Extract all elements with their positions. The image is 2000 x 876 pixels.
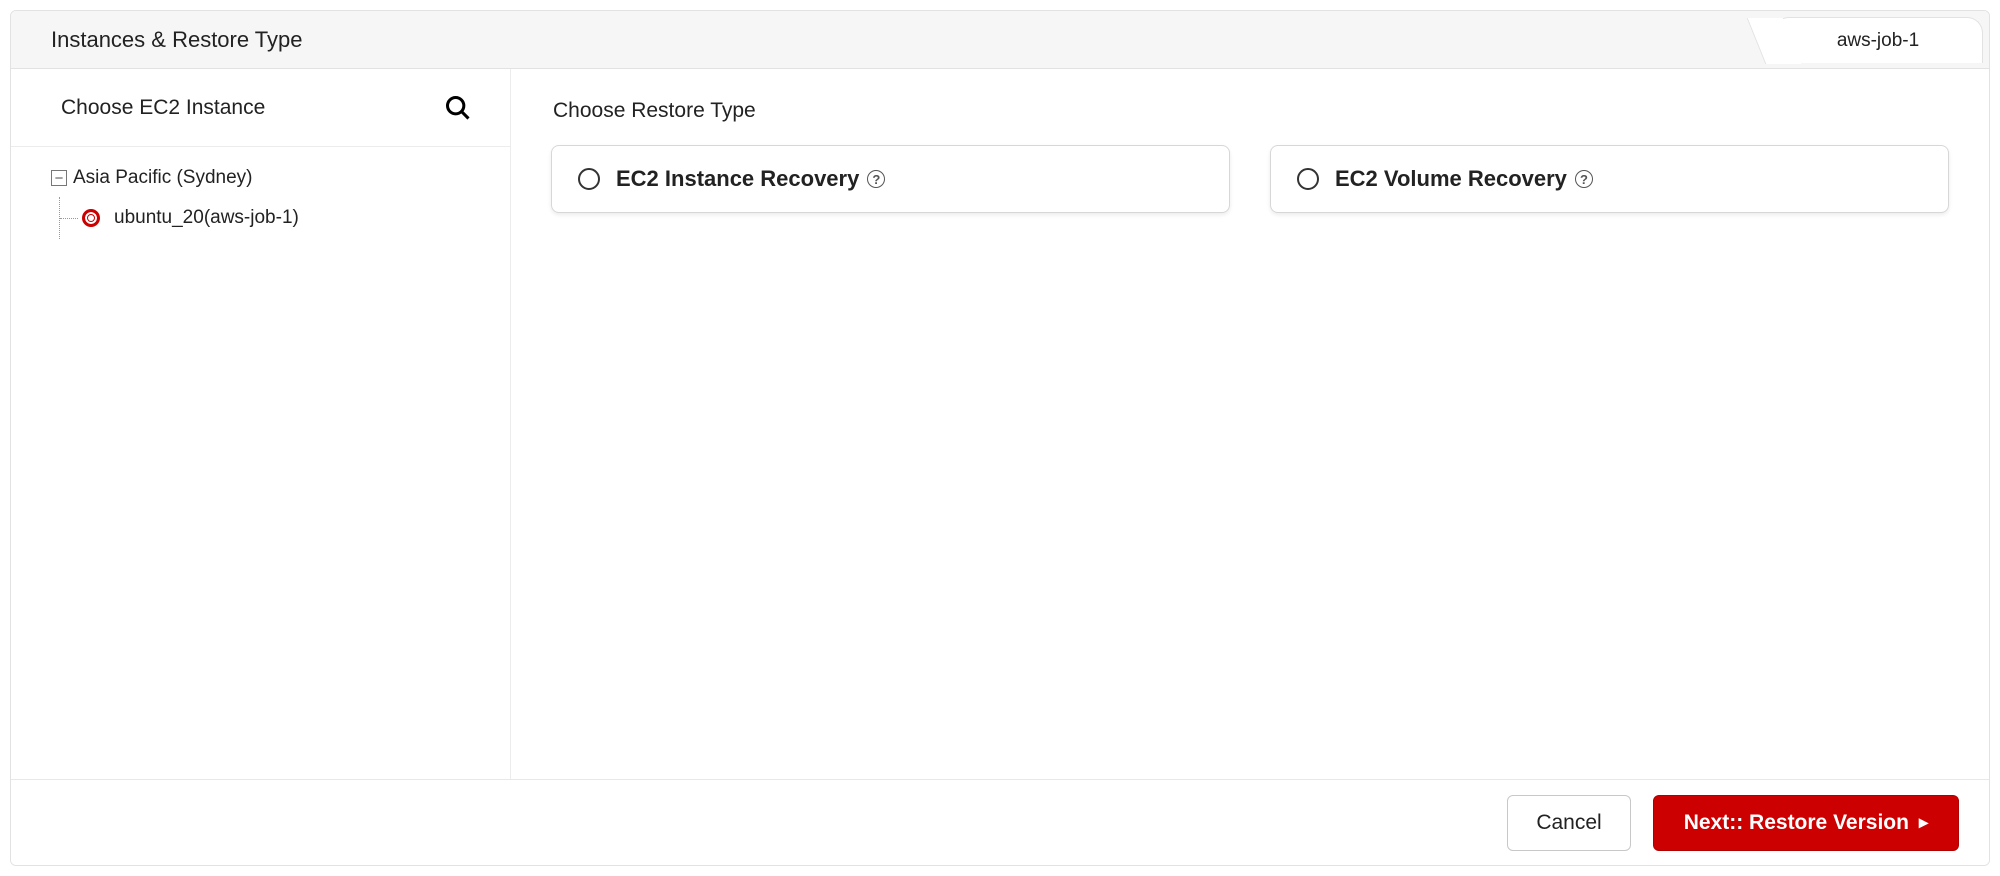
option-label: EC2 Volume Recovery <box>1335 166 1567 192</box>
job-tab[interactable]: aws-job-1 <box>1773 17 1983 63</box>
chevron-right-icon: ▸ <box>1919 812 1928 833</box>
search-icon <box>444 94 472 122</box>
radio-unselected-icon <box>1297 168 1319 190</box>
wizard-footer: Cancel Next:: Restore Version ▸ <box>11 779 1989 865</box>
wizard-header: Instances & Restore Type aws-job-1 <box>11 11 1989 69</box>
instance-selected-icon <box>82 209 100 227</box>
restore-type-options: EC2 Instance Recovery ? EC2 Volume Recov… <box>551 145 1949 213</box>
option-ec2-instance-recovery[interactable]: EC2 Instance Recovery ? <box>551 145 1230 213</box>
tree-children: ubuntu_20(aws-job-1) <box>59 197 490 239</box>
instance-picker-pane: Choose EC2 Instance − Asia Pacific (Sydn… <box>11 69 511 779</box>
job-tab-label: aws-job-1 <box>1837 30 1919 52</box>
help-icon[interactable]: ? <box>867 170 885 188</box>
wizard-panel: Instances & Restore Type aws-job-1 Choos… <box>10 10 1990 866</box>
next-button-label: Next:: Restore Version <box>1684 811 1909 835</box>
instance-tree: − Asia Pacific (Sydney) ubuntu_20(aws-jo… <box>11 147 510 239</box>
cancel-button[interactable]: Cancel <box>1507 795 1630 851</box>
instance-picker-header: Choose EC2 Instance <box>11 69 510 147</box>
restore-type-title: Choose Restore Type <box>553 99 1949 123</box>
radio-unselected-icon <box>578 168 600 190</box>
next-button[interactable]: Next:: Restore Version ▸ <box>1653 795 1959 851</box>
instance-picker-title: Choose EC2 Instance <box>61 96 265 120</box>
wizard-body: Choose EC2 Instance − Asia Pacific (Sydn… <box>11 69 1989 779</box>
help-icon[interactable]: ? <box>1575 170 1593 188</box>
tree-instance-label: ubuntu_20(aws-job-1) <box>114 207 299 229</box>
tree-instance-node[interactable]: ubuntu_20(aws-job-1) <box>60 197 490 239</box>
tree-region-label: Asia Pacific (Sydney) <box>73 165 253 191</box>
option-label: EC2 Instance Recovery <box>616 166 859 192</box>
option-ec2-volume-recovery[interactable]: EC2 Volume Recovery ? <box>1270 145 1949 213</box>
tree-region-node[interactable]: − Asia Pacific (Sydney) <box>51 165 490 191</box>
tree-collapse-icon[interactable]: − <box>51 170 67 186</box>
wizard-step-title: Instances & Restore Type <box>51 27 303 53</box>
restore-type-pane: Choose Restore Type EC2 Instance Recover… <box>511 69 1989 779</box>
search-button[interactable] <box>441 91 475 125</box>
